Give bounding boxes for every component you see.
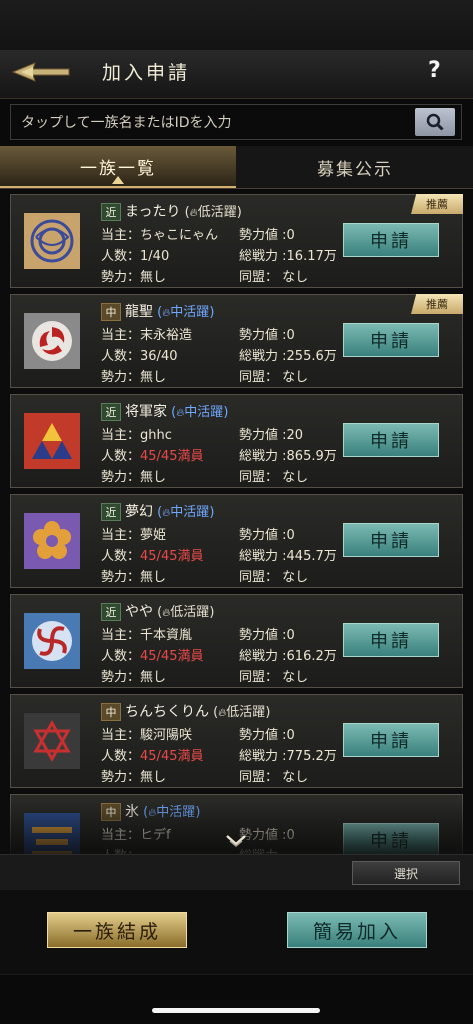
clan-name: 龍聖 (🔥︎中活躍) xyxy=(125,304,215,320)
clan-emblem-icon xyxy=(24,513,80,569)
home-indicator xyxy=(152,1008,320,1013)
region-badge: 中 xyxy=(101,703,121,721)
total-power-row: 総戦力 :775.2万 xyxy=(239,749,337,764)
clan-card[interactable]: 近 将軍家 (🔥︎中活躍) 当主：ghhc 勢力値 :20 人数：45/45満員… xyxy=(10,394,463,488)
recommended-badge: 推薦 xyxy=(411,194,463,214)
alliance-row: 同盟： なし xyxy=(239,270,309,285)
clan-name: まったり (🔥︎低活躍) xyxy=(125,204,242,220)
total-power-row: 総戦力 :255.6万 xyxy=(239,349,337,364)
quick-join-button[interactable]: 簡易加入 xyxy=(287,912,427,948)
region-badge: 近 xyxy=(101,503,121,521)
apply-button[interactable]: 申請 xyxy=(343,423,439,457)
faction-row: 勢力：無し xyxy=(101,470,167,485)
total-power-row: 総戦力 :616.2万 xyxy=(239,649,337,664)
recommended-badge: 推薦 xyxy=(411,294,463,314)
apply-button[interactable]: 申請 xyxy=(343,323,439,357)
power-row: 勢力値 :0 xyxy=(239,528,295,543)
region-badge: 近 xyxy=(101,403,121,421)
faction-row: 勢力：無し xyxy=(101,270,167,285)
clan-card[interactable]: 近 夢幻 (🔥︎中活躍) 当主：夢姫 勢力値 :0 人数：45/45満員 総戦力… xyxy=(10,494,463,588)
power-row: 勢力値 :0 xyxy=(239,328,295,343)
clan-emblem-icon xyxy=(24,613,80,669)
leader-row: 当主：ヒデf xyxy=(101,828,171,843)
search-bar xyxy=(10,104,462,140)
power-row: 勢力値 :0 xyxy=(239,228,295,243)
apply-button[interactable]: 申請 xyxy=(343,223,439,257)
region-badge: 近 xyxy=(101,603,121,621)
clan-emblem-icon xyxy=(24,313,80,369)
clan-emblem-icon xyxy=(24,813,80,854)
tab-bar: 一族一覧 募集公示 xyxy=(0,146,473,189)
members-row: 人数：36/40 xyxy=(101,349,178,364)
help-button[interactable]: ? xyxy=(428,58,441,83)
search-button[interactable] xyxy=(415,108,455,136)
spear-back-icon xyxy=(11,62,70,82)
faction-row: 勢力：無し xyxy=(101,770,167,785)
apply-button[interactable]: 申請 xyxy=(343,823,439,854)
leader-row: 当主：駿河陽咲 xyxy=(101,728,193,743)
apply-button[interactable]: 申請 xyxy=(343,523,439,557)
back-button[interactable] xyxy=(10,54,72,90)
search-icon xyxy=(426,113,444,131)
clan-name: 将軍家 (🔥︎中活躍) xyxy=(125,404,229,420)
tab-indicator-icon xyxy=(112,176,124,184)
total-power-row: 総戦力 :865.9万 xyxy=(239,449,337,464)
total-power-row: 総戦力 :16.17万 xyxy=(239,249,337,264)
clan-emblem-icon xyxy=(24,713,80,769)
flame-icon: 🔥︎ xyxy=(189,206,198,219)
total-power-row: 総戦力 :445.7万 xyxy=(239,549,337,564)
chevron-down-icon xyxy=(226,835,246,847)
clan-card[interactable]: 中 ちんちくりん (🔥︎低活躍) 当主：駿河陽咲 勢力値 :0 人数：45/45… xyxy=(10,694,463,788)
search-input[interactable] xyxy=(19,110,413,136)
alliance-row: 同盟： なし xyxy=(239,470,309,485)
faction-row: 勢力：無し xyxy=(101,570,167,585)
clan-emblem-icon xyxy=(24,413,80,469)
leader-row: 当主：千本資胤 xyxy=(101,628,193,643)
clan-card[interactable]: 近 やや (🔥︎低活躍) 当主：千本資胤 勢力値 :0 人数：45/45満員 総… xyxy=(10,594,463,688)
leader-row: 当主：ちゃこにゃん xyxy=(101,228,219,243)
faction-row: 勢力：無し xyxy=(101,670,167,685)
alliance-row: 同盟： なし xyxy=(239,670,309,685)
clan-card[interactable]: 中 龍聖 (🔥︎中活躍) 当主：末永裕造 勢力値 :0 人数：36/40 総戦力… xyxy=(10,294,463,388)
clan-list[interactable]: 近 まったり (🔥︎低活躍) 当主：ちゃこにゃん 勢力値 :0 人数：1/40 … xyxy=(0,190,473,854)
clan-emblem-icon xyxy=(24,213,80,269)
members-row: 人数：45/45満員 xyxy=(101,549,204,564)
region-badge: 中 xyxy=(101,803,121,821)
clan-card[interactable]: 近 まったり (🔥︎低活躍) 当主：ちゃこにゃん 勢力値 :0 人数：1/40 … xyxy=(10,194,463,288)
tab-recruitment[interactable]: 募集公示 xyxy=(237,146,473,188)
apply-button[interactable]: 申請 xyxy=(343,623,439,657)
power-row: 勢力値 :0 xyxy=(239,628,295,643)
clan-name: 夢幻 (🔥︎中活躍) xyxy=(125,504,215,520)
members-row: 人数：45/45満員 xyxy=(101,749,204,764)
members-row: 人数：1/40 xyxy=(101,249,170,264)
power-row: 勢力値 :0 xyxy=(239,828,295,843)
faction-row: 勢力：無し xyxy=(101,370,167,385)
status-area xyxy=(0,0,473,56)
apply-button[interactable]: 申請 xyxy=(343,723,439,757)
clan-name: 氷 (🔥︎中活躍) xyxy=(125,804,201,820)
clan-name: ちんちくりん (🔥︎低活躍) xyxy=(125,704,271,720)
power-row: 勢力値 :20 xyxy=(239,428,304,443)
clan-name: やや (🔥︎低活躍) xyxy=(125,604,215,620)
leader-row: 当主：夢姫 xyxy=(101,528,167,543)
leader-row: 当主：末永裕造 xyxy=(101,328,193,343)
region-badge: 中 xyxy=(101,303,121,321)
alliance-row: 同盟： なし xyxy=(239,570,309,585)
form-clan-button[interactable]: 一族結成 xyxy=(47,912,187,948)
members-row: 人数：45/45満員 xyxy=(101,649,204,664)
leader-row: 当主：ghhc xyxy=(101,428,172,443)
alliance-row: 同盟： なし xyxy=(239,370,309,385)
alliance-row: 同盟： なし xyxy=(239,770,309,785)
region-badge: 近 xyxy=(101,203,121,221)
select-button[interactable]: 選択 xyxy=(352,861,460,885)
members-row: 人数：45/45満員 xyxy=(101,449,204,464)
page-title: 加入申請 xyxy=(102,62,191,84)
members-row: 人数： xyxy=(101,845,140,854)
power-row: 勢力値 :0 xyxy=(239,728,295,743)
